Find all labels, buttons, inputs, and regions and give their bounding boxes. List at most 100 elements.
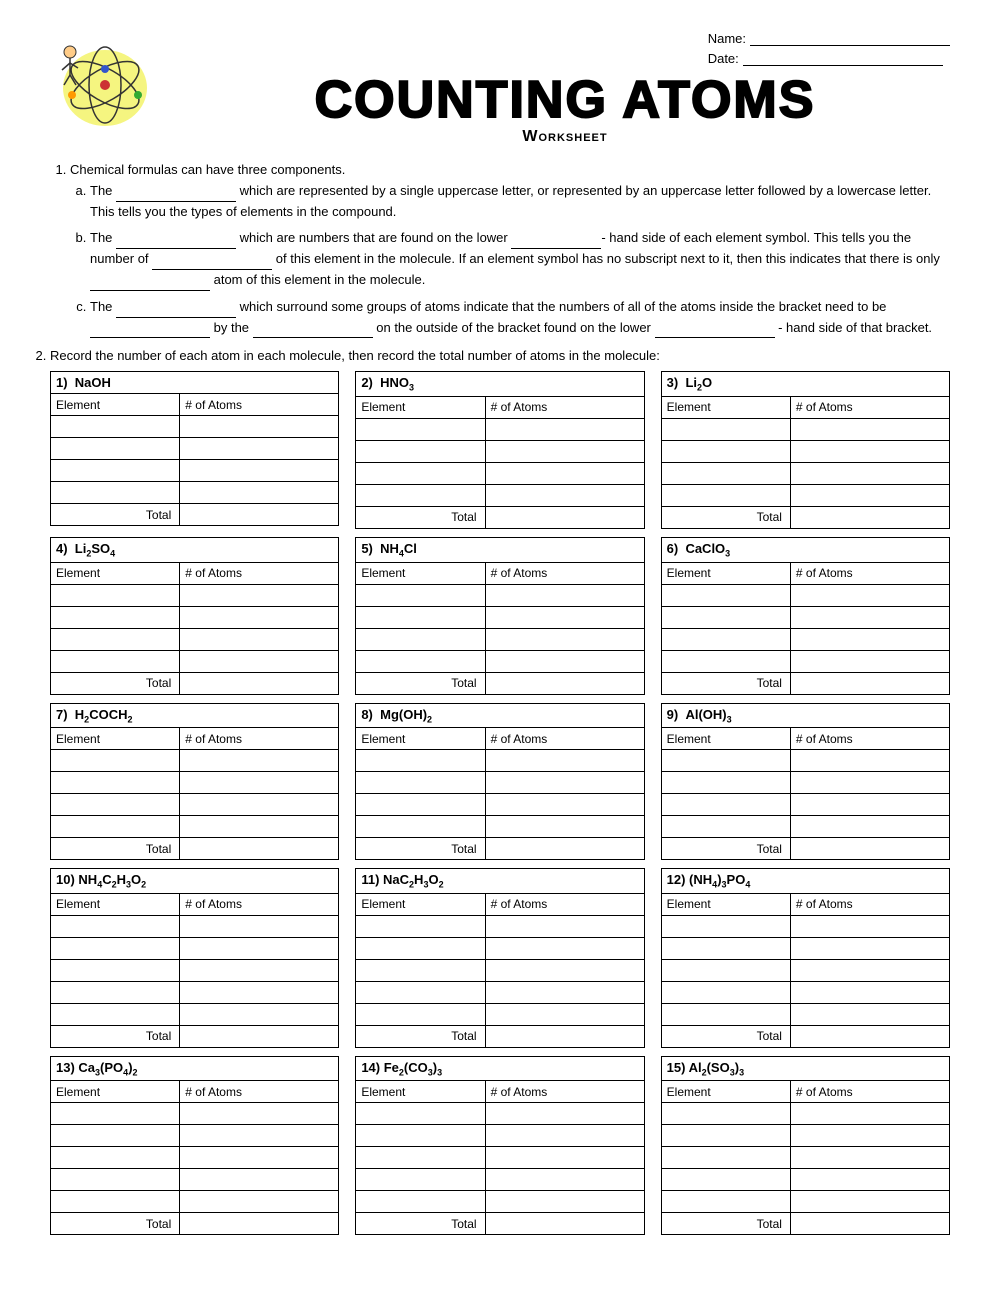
cell [180,1103,339,1125]
col-atoms: # of Atoms [485,893,644,915]
cell [661,628,790,650]
blank-c4[interactable] [655,324,775,338]
cell [790,1003,949,1025]
cell [661,1191,790,1213]
col-atoms: # of Atoms [790,396,949,418]
molecule-14-table: Element# of Atoms Total [355,1080,644,1235]
cell [51,606,180,628]
blank-b2[interactable] [511,235,601,249]
cell [790,1103,949,1125]
molecule-1-title: 1) NaOH [50,371,339,393]
blank-b3[interactable] [152,256,272,270]
total-label: Total [356,838,485,860]
molecule-15-table: Element# of Atoms Total [661,1080,950,1235]
total-value [790,838,949,860]
cell [356,584,485,606]
cell [661,1169,790,1191]
cell [51,1125,180,1147]
molecule-2-title: 2) HNO3 [355,371,644,396]
cell [180,482,339,504]
col-atoms: # of Atoms [180,394,339,416]
instruction-c: The which surround some groups of atoms … [90,297,950,339]
total-label: Total [661,1213,790,1235]
cell [51,438,180,460]
molecule-15-title: 15) Al2(SO3)3 [661,1056,950,1081]
cell [180,650,339,672]
molecule-13-wrapper: 13) Ca3(PO4)2 Element# of Atoms Total [50,1056,339,1236]
name-field[interactable] [750,30,950,46]
cell [661,750,790,772]
col-atoms: # of Atoms [790,893,949,915]
cell [661,794,790,816]
molecule-10-title: 10) NH4C2H3O2 [50,868,339,893]
cell [356,816,485,838]
molecule-9-title: 9) Al(OH)3 [661,703,950,728]
cell [661,1003,790,1025]
cell [485,915,644,937]
logo [50,30,170,140]
cell [661,1147,790,1169]
cell [661,462,790,484]
blank-b4[interactable] [90,277,210,291]
cell [356,606,485,628]
molecule-10-wrapper: 10) NH4C2H3O2 Element# of Atoms Total [50,868,339,1048]
cell [485,959,644,981]
cell [51,915,180,937]
col-atoms: # of Atoms [790,728,949,750]
tables-row-3: 7) H2COCH2 Element# of Atoms Total 8) Mg… [50,703,950,861]
cell [790,794,949,816]
molecule-12-wrapper: 12) (NH4)3PO4 Element# of Atoms Total [661,868,950,1048]
blank-c1[interactable] [116,304,236,318]
cell [51,1003,180,1025]
col-atoms: # of Atoms [485,396,644,418]
cell [51,1103,180,1125]
molecule-13-table: Element# of Atoms Total [50,1080,339,1235]
cell [661,606,790,628]
instruction-a: The which are represented by a single up… [90,181,950,223]
cell [180,628,339,650]
the-label-c: The [90,299,112,314]
col-atoms: # of Atoms [485,1081,644,1103]
total-value [485,506,644,528]
blank-c2[interactable] [90,324,210,338]
worksheet-subtitle: Worksheet [180,128,950,146]
cell [485,1169,644,1191]
molecule-7-wrapper: 7) H2COCH2 Element# of Atoms Total [50,703,339,861]
cell [790,1191,949,1213]
cell [356,1191,485,1213]
col-atoms: # of Atoms [485,562,644,584]
molecule-11-table: Element# of Atoms Total [355,893,644,1048]
blank-c3[interactable] [253,324,373,338]
blank-b1[interactable] [116,235,236,249]
cell [356,440,485,462]
total-label: Total [661,1025,790,1047]
name-line: Name: [708,30,950,46]
molecule-10-table: Element# of Atoms Total [50,893,339,1048]
cell [356,915,485,937]
cell [485,772,644,794]
blank-a1[interactable] [116,188,236,202]
molecule-2-wrapper: 2) HNO3 Element# of Atoms Total [355,371,644,529]
col-atoms: # of Atoms [180,1081,339,1103]
cell [356,1103,485,1125]
date-field[interactable] [743,50,943,66]
molecule-5-title: 5) NH4Cl [355,537,644,562]
molecule-8-wrapper: 8) Mg(OH)2 Element# of Atoms Total [355,703,644,861]
cell [180,1125,339,1147]
total-label: Total [51,504,180,526]
molecule-14-title: 14) Fe2(CO3)3 [355,1056,644,1081]
molecule-12-table: Element# of Atoms Total [661,893,950,1048]
molecule-13-title: 13) Ca3(PO4)2 [50,1056,339,1081]
cell [51,650,180,672]
name-label: Name: [708,31,746,46]
cell [180,959,339,981]
cell [790,628,949,650]
cell [661,816,790,838]
cell [51,772,180,794]
cell [180,750,339,772]
cell [51,981,180,1003]
cell [485,628,644,650]
instructions: Chemical formulas can have three compone… [50,160,950,338]
molecule-6-title: 6) CaClO3 [661,537,950,562]
total-label: Total [51,1025,180,1047]
